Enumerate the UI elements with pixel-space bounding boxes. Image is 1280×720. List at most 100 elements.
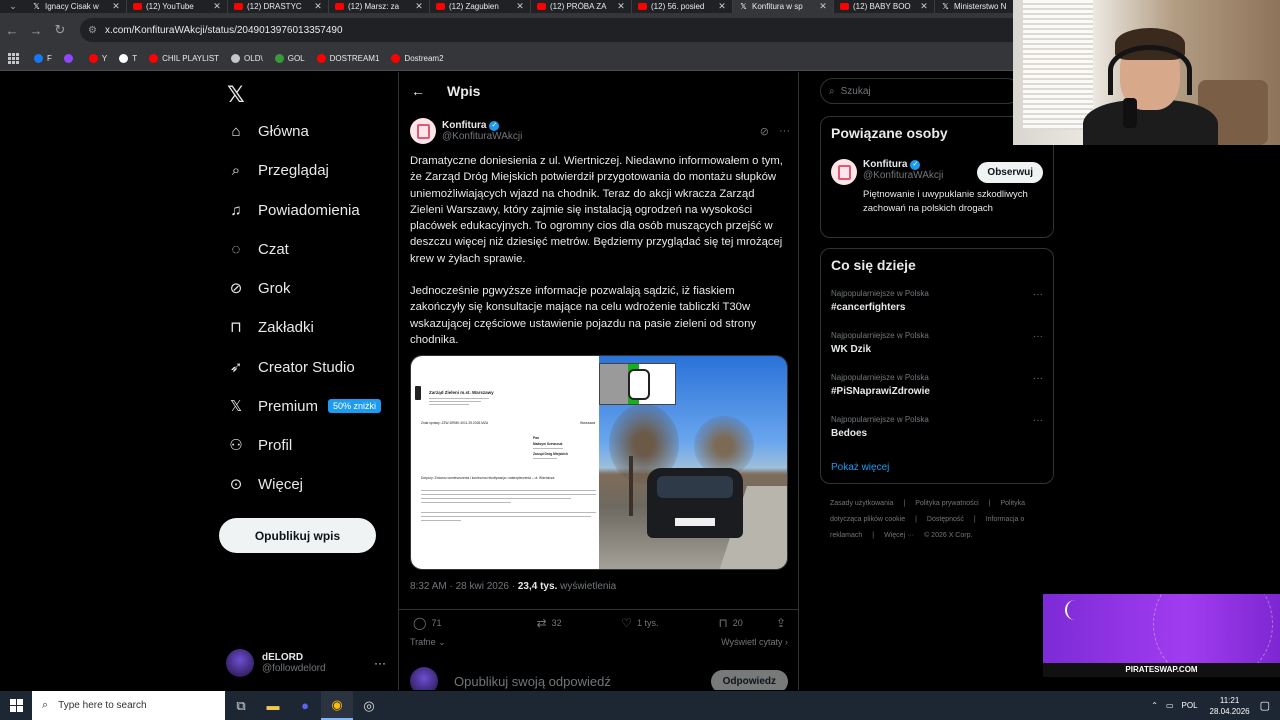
browser-tab[interactable]: (12) BABY BOO ✕ [834,0,935,13]
nav-item-premium[interactable]: 𝕏 Premium 50% zniżki [226,388,382,424]
forward-arrow-icon[interactable]: → [24,23,48,38]
nav-item-przeglądaj[interactable]: ⌕ Przeglądaj [226,152,329,188]
author-name[interactable]: Konfitura [442,120,486,131]
footer-link[interactable]: Zasady użytkowania [830,500,893,507]
person-handle[interactable]: @KonfituraWAkcji [863,170,943,181]
bookmark-item[interactable]: GOL [274,54,305,63]
nav-item-powiadomienia[interactable]: ♫ Powiadomienia [226,192,359,228]
browser-tab[interactable]: 𝕏 Konfitura w sp ✕ [733,0,834,13]
account-switcher[interactable]: dELORD @followdelord ··· [226,646,386,680]
close-tab-icon[interactable]: ✕ [211,1,223,12]
close-tab-icon[interactable]: ✕ [110,1,122,12]
more-dots-icon[interactable]: ··· [1033,373,1043,384]
close-tab-icon[interactable]: ✕ [716,1,728,12]
back-arrow-icon[interactable]: ← [0,23,24,38]
network-icon[interactable]: ▭ [1166,701,1174,710]
person-avatar[interactable] [831,159,857,185]
nav-item-grok[interactable]: ⊘ Grok [226,270,291,306]
person-name[interactable]: Konfitura [863,159,907,170]
browser-tab[interactable]: (12) 56. posied ✕ [632,0,733,13]
obs-icon[interactable]: ◎ [353,691,385,720]
nav-item-zakładki[interactable]: ⊓ Zakładki [226,309,314,345]
close-tab-icon[interactable]: ✕ [918,1,930,12]
close-tab-icon[interactable]: ✕ [514,1,526,12]
grok-explain-icon[interactable]: ⊘ [760,125,769,138]
close-tab-icon[interactable]: ✕ [615,1,627,12]
discord-icon[interactable]: ● [289,691,321,720]
back-arrow-icon[interactable]: ← [411,83,447,99]
trend-item[interactable]: Najpopularniejsze w Polska WK Dzik ··· [831,331,1045,355]
repost-button[interactable]: ⇄ 32 [504,616,595,630]
x-logo-icon[interactable]: 𝕏 [227,82,245,108]
nav-item-czat[interactable]: ◌ Czat [226,231,289,267]
document-image[interactable]: Zarząd Zieleni m.st. Warszawy Znak spraw… [411,356,599,569]
browser-tab[interactable]: (12) DRASTYC ✕ [228,0,329,13]
footer-link[interactable]: Polityka prywatności [915,500,978,507]
post-time[interactable]: 8:32 AM · 28 kwi 2026 · [410,581,518,592]
nav-item-więcej[interactable]: ⊙ Więcej [226,466,303,502]
browser-tab[interactable]: 𝕏 Ignacy Cisak w ✕ [26,0,127,13]
notifications-icon[interactable]: ▢ [1260,699,1270,712]
like-button[interactable]: ♡ 1 tys. [594,616,685,630]
sort-replies-dropdown[interactable]: Trafne ⌄ [410,637,446,648]
close-tab-icon[interactable]: ✕ [413,1,425,12]
author-handle[interactable]: @KonfituraWAkcji [442,131,522,142]
site-info-icon[interactable]: ⚙ [88,25,97,36]
show-more-link[interactable]: Pokaż więcej [831,462,889,473]
more-dots-icon[interactable]: ··· [779,125,790,138]
close-tab-icon[interactable]: ✕ [817,1,829,12]
reply-input[interactable]: Opublikuj swoją odpowiedź [454,674,611,689]
bookmark-item[interactable] [63,54,77,63]
nav-item-profil[interactable]: ⚇ Profil [226,427,292,463]
browser-tab[interactable]: (12) PRÓBA ZA ✕ [531,0,632,13]
post-header: ← Wpis [399,72,798,110]
bookmark-item[interactable]: OLD\ [231,54,263,63]
taskbar-search[interactable]: ⌕ Type here to search [32,691,225,720]
follow-button[interactable]: Obserwuj [977,162,1043,183]
bookmark-button[interactable]: ⊓ 20 [685,616,776,630]
apps-grid-icon[interactable] [8,52,20,65]
tab-search-icon[interactable]: ⌄ [0,0,26,13]
browser-tab[interactable]: (12) Zagubien ✕ [430,0,531,13]
trend-item[interactable]: Najpopularniejsze w Polska Bedoes ··· [831,415,1045,439]
nav-item-creator-studio[interactable]: ➶ Creator Studio [226,349,355,385]
bookmark-item[interactable]: DOSTREAM1 [316,54,379,63]
more-dots-icon[interactable]: ··· [1033,415,1043,426]
reply-submit-button[interactable]: Odpowiedz [710,669,788,690]
reload-icon[interactable]: ↻ [48,22,72,38]
nav-item-główna[interactable]: ⌂ Główna [226,113,308,149]
language-indicator[interactable]: POL [1182,701,1198,710]
street-photo[interactable] [599,356,787,569]
footer-link[interactable]: © 2026 X Corp. [924,532,972,539]
task-view-icon[interactable]: ⧉ [225,691,257,720]
share-button[interactable]: ⇪ [776,616,786,630]
more-dots-icon[interactable]: ··· [1033,289,1043,300]
bookmark-item[interactable]: Y [88,54,107,63]
bookmark-item[interactable]: F [34,54,52,63]
clock[interactable]: 11:21 28.04.2026 [1210,695,1250,717]
more-dots-icon[interactable]: ··· [374,656,386,670]
reply-button[interactable]: ◯ 71 [413,616,504,630]
bookmark-item[interactable]: T [119,54,137,63]
post-media[interactable]: Zarząd Zieleni m.st. Warszawy Znak spraw… [410,355,788,570]
browser-tab[interactable]: (12) Marsz: za ✕ [329,0,430,13]
close-tab-icon[interactable]: ✕ [312,1,324,12]
footer-link[interactable]: Więcej ··· [884,532,914,539]
grok-icon: ⊘ [229,280,243,297]
bookmark-item[interactable]: CHIL PLAYLIST [149,54,219,63]
author-avatar[interactable] [410,118,436,144]
file-explorer-icon[interactable]: ▬ [257,691,289,720]
more-dots-icon[interactable]: ··· [1033,331,1043,342]
search-input[interactable]: ⌕ Szukaj [820,78,1020,104]
trend-item[interactable]: Najpopularniejsze w Polska #PiSNaprawiZdr… [831,373,1045,397]
browser-tab[interactable]: (12) YouTube ✕ [127,0,228,13]
bookmark-item[interactable]: Dostream2 [391,54,444,63]
start-button[interactable] [0,691,32,720]
chrome-icon[interactable]: ◉ [321,691,353,720]
trend-item[interactable]: Najpopularniejsze w Polska #cancerfighter… [831,289,1045,313]
url-text[interactable]: x.com/KonfituraWAkcji/status/20490139760… [105,25,343,36]
view-quotes-link[interactable]: Wyświetl cytaty › [721,637,788,648]
footer-link[interactable]: Dostępność [927,516,964,523]
tray-chevron-icon[interactable]: ⌃ [1151,701,1158,710]
publish-post-button[interactable]: Opublikuj wpis [219,518,376,553]
